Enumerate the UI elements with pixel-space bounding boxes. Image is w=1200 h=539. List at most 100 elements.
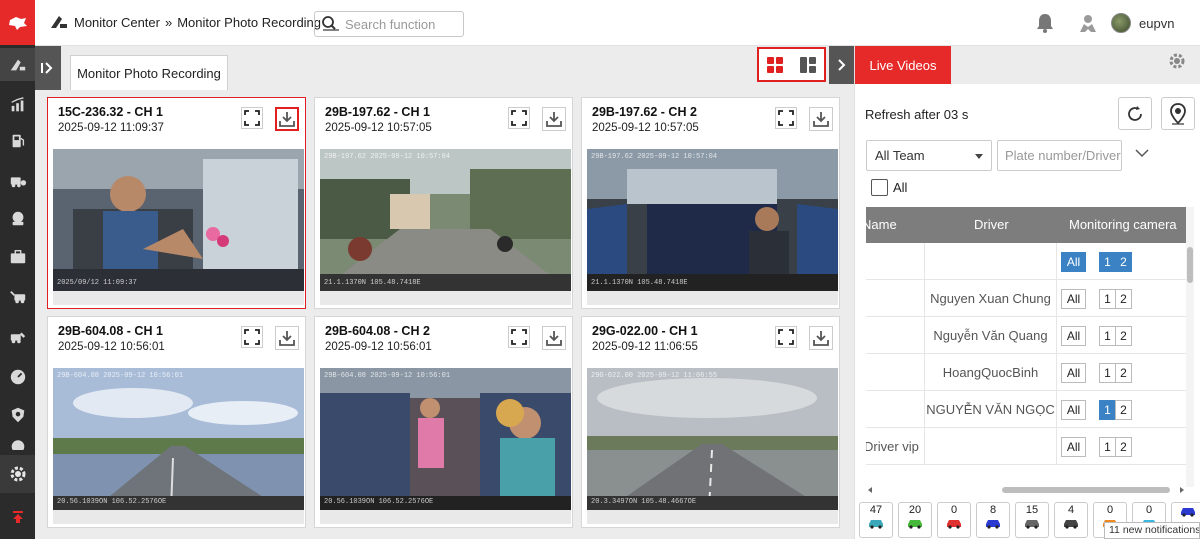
camera-ch2-button[interactable]: 2 [1115,289,1132,309]
select-all-checkbox[interactable] [871,179,888,196]
snapshot-overlay-header: 29B-604.08 2025-09-12 10:56:01 [324,372,451,380]
expand-filters-chevron-icon[interactable] [1134,146,1150,161]
team-select[interactable]: All Team [866,140,992,171]
plate-driver-search-input[interactable] [997,140,1122,171]
chart-icon[interactable] [0,88,35,121]
download-button[interactable] [809,107,833,131]
status-counter[interactable]: 20 [898,502,932,538]
camera-all-button[interactable]: All [1061,400,1086,420]
shield-icon[interactable] [0,398,35,431]
fullscreen-button[interactable] [775,326,797,348]
breadcrumb-root[interactable]: Monitor Center [74,15,160,30]
table-row[interactable]: NGUYỄN VĂN NGỌC All 1 2 [866,391,1186,428]
user-profile-icon[interactable] [1078,13,1098,36]
fullscreen-button[interactable] [241,326,263,348]
camera-ch2-button[interactable]: 2 [1115,326,1132,346]
fullscreen-button[interactable] [241,107,263,129]
download-button[interactable] [542,107,566,131]
camera-ch1-button[interactable]: 1 [1099,289,1116,309]
table-row[interactable]: Driver vip All 1 2 [866,428,1186,465]
camera-all-button[interactable]: All [1061,437,1086,457]
camera-all-button[interactable]: All [1061,252,1086,272]
right-panel-toggle-button[interactable] [829,46,854,84]
vehicle-route-icon[interactable] [0,280,35,313]
camera-ch2-button[interactable]: 2 [1115,363,1132,383]
search-function-input[interactable]: Search function [314,11,464,37]
avatar[interactable] [1111,13,1131,33]
download-button[interactable] [542,326,566,350]
photo-card[interactable]: 29B-604.08 - CH 1 2025-09-12 10:56:01 29… [47,316,306,528]
table-vertical-scrollbar[interactable] [1186,207,1194,487]
fullscreen-button[interactable] [508,326,530,348]
monitor-center-icon[interactable] [0,48,35,81]
briefcase-icon[interactable] [0,240,35,273]
fuel-icon[interactable] [0,124,35,157]
camera-snapshot[interactable]: 29G-022.00 2025-09-12 11:06:55 20.3.3497… [587,368,838,510]
scroll-left-icon[interactable] [866,486,874,494]
camera-ch1-button[interactable]: 1 [1099,252,1116,272]
refresh-button[interactable] [1118,97,1152,130]
snapshot-overlay-header: 29G-022.00 2025-09-12 11:06:55 [591,372,718,380]
fullscreen-button[interactable] [508,107,530,129]
status-counter[interactable]: 47 [859,502,893,538]
username[interactable]: eupvn [1139,16,1174,31]
panel-settings-gear-icon[interactable] [1157,46,1197,76]
horizontal-scroll-thumb[interactable] [1002,487,1170,493]
column-header-driver[interactable]: Driver [974,217,1009,232]
camera-ch2-button[interactable]: 2 [1115,252,1132,272]
table-horizontal-scrollbar[interactable] [866,486,1186,494]
camera-ch2-button[interactable]: 2 [1115,437,1132,457]
photo-card[interactable]: 29B-604.08 - CH 2 2025-09-12 10:56:01 29… [314,316,573,528]
map-pin-button[interactable] [1161,97,1195,130]
camera-ch1-button[interactable]: 1 [1099,400,1116,420]
camera-all-button[interactable]: All [1061,289,1086,309]
photo-card[interactable]: 29B-197.62 - CH 1 2025-09-12 10:57:05 29… [314,97,573,309]
camera-ch1-button[interactable]: 1 [1099,326,1116,346]
scroll-right-icon[interactable] [1178,486,1186,494]
dashboard-gauge-icon[interactable] [0,360,35,393]
brand-logo[interactable] [0,0,35,45]
column-header-name[interactable]: Name [866,217,897,232]
car-outline-icon [1064,520,1078,529]
status-counter[interactable]: 8 [976,502,1010,538]
fullscreen-button[interactable] [775,107,797,129]
download-button[interactable] [275,107,299,131]
scroll-top-icon[interactable] [0,500,35,533]
settings-gear-icon[interactable] [0,455,35,493]
more-menu-icon[interactable] [0,436,35,450]
split-layout-button[interactable] [797,54,819,76]
tab-monitor-photo-recording[interactable]: Monitor Photo Recording [70,55,228,90]
sidebar-toggle-button[interactable] [35,46,61,90]
status-counter[interactable]: 4 [1054,502,1088,538]
camera-all-button[interactable]: All [1061,363,1086,383]
photo-card[interactable]: 29G-022.00 - CH 1 2025-09-12 11:06:55 29… [581,316,840,528]
photo-card[interactable]: 29B-197.62 - CH 2 2025-09-12 10:57:05 29… [581,97,840,309]
vehicle-maintenance-icon[interactable] [0,320,35,353]
download-button[interactable] [275,326,299,350]
camera-ch2-button[interactable]: 2 [1115,400,1132,420]
camera-ch1-button[interactable]: 1 [1099,363,1116,383]
notification-bell-icon[interactable] [1035,12,1055,37]
camera-snapshot[interactable]: 29B-197.62 2025-09-12 10:57:04 21.1.1370… [320,149,571,291]
notification-toast[interactable]: 11 new notifications [1104,522,1200,539]
camera-all-button[interactable]: All [1061,326,1086,346]
status-counter[interactable]: 0 [937,502,971,538]
camera-ch1-button[interactable]: 1 [1099,437,1116,457]
tab-live-videos[interactable]: Live Videos [855,46,951,84]
table-row[interactable]: All 1 2 [866,243,1186,280]
download-button[interactable] [809,326,833,350]
grid-layout-button[interactable] [764,54,786,76]
table-row[interactable]: HoangQuocBinh All 1 2 [866,354,1186,391]
table-row[interactable]: Nguyễn Văn Quang All 1 2 [866,317,1186,354]
camera-snapshot[interactable]: 29B-604.08 2025-09-12 10:56:01 20.56.103… [320,368,571,510]
table-row[interactable]: Nguyen Xuan Chung All 1 2 [866,280,1186,317]
camera-snapshot[interactable]: 2025/09/12 11:09:37 [53,149,304,291]
column-header-monitoring-camera[interactable]: Monitoring camera [1069,217,1177,232]
vehicle-settings-icon[interactable] [0,164,35,197]
photo-card[interactable]: 15C-236.32 - CH 1 2025-09-12 11:09:37 20… [47,97,306,309]
vertical-scroll-thumb[interactable] [1187,247,1193,283]
driver-icon[interactable] [0,202,35,235]
status-counter[interactable]: 15 [1015,502,1049,538]
camera-snapshot[interactable]: 29B-197.62 2025-09-12 10:57:04 21.1.1370… [587,149,838,291]
camera-snapshot[interactable]: 29B-604.08 2025-09-12 10:56:01 20.56.103… [53,368,304,510]
